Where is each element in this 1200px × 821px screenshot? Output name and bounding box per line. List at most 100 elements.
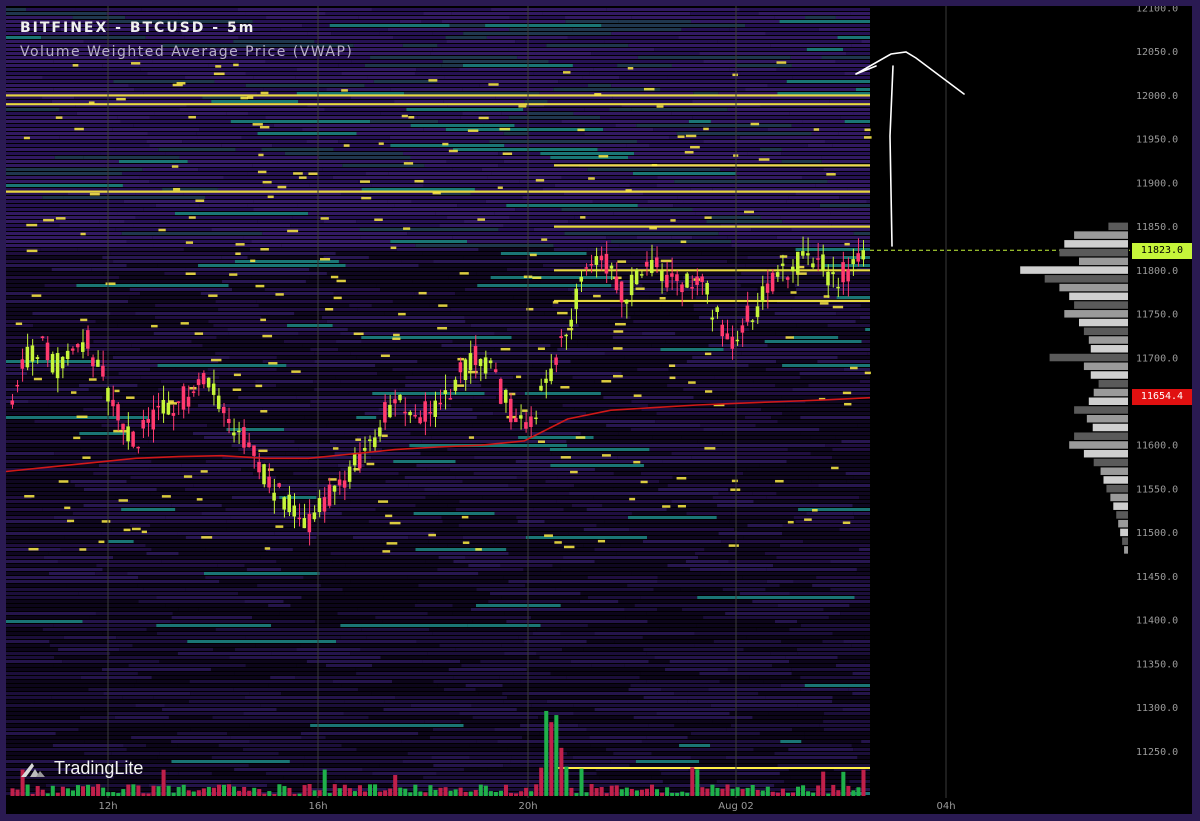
heatmap-cell	[83, 156, 180, 159]
heatmap-cell	[193, 484, 274, 487]
order-blip	[258, 449, 268, 453]
heatmap-cell	[746, 636, 865, 639]
heatmap-cell	[295, 76, 368, 79]
heatmap-cell	[276, 476, 405, 479]
heatmap-cell	[6, 584, 67, 587]
volume-bar	[730, 788, 735, 796]
order-blip	[613, 374, 623, 378]
order-blip	[478, 116, 489, 120]
heatmap-cell	[642, 284, 679, 287]
heatmap-cell	[786, 80, 870, 83]
heatmap-cell	[625, 616, 704, 619]
heatmap-cell	[573, 704, 711, 707]
chart-header: BITFINEX - BTCUSD - 5m Volume Weighted A…	[20, 20, 353, 60]
candle-body	[554, 357, 558, 365]
heatmap-cell	[480, 660, 571, 663]
chart-canvas[interactable]: 12100.012050.012000.011950.011900.011850…	[6, 6, 1192, 814]
order-blip	[188, 115, 196, 119]
heatmap-cell	[106, 504, 172, 507]
heatmap-cell	[653, 588, 681, 591]
heatmap-cell	[130, 500, 260, 503]
heatmap-cell	[6, 636, 64, 639]
candle-body	[584, 267, 589, 269]
heatmap-cell	[364, 64, 442, 67]
heatmap-cell	[6, 504, 84, 507]
order-blip	[844, 402, 852, 406]
heatmap-cell	[611, 32, 766, 35]
candle-body	[297, 517, 302, 520]
heatmap-cell	[108, 540, 134, 543]
heatmap-cell	[452, 236, 607, 239]
heatmap-cell	[850, 12, 870, 15]
heatmap-cell	[309, 184, 372, 187]
heatmap-cell	[238, 396, 297, 399]
volume-bar	[352, 791, 357, 796]
heatmap-cell	[425, 496, 483, 499]
heatmap-cell	[104, 304, 156, 307]
heatmap-cell	[6, 264, 127, 267]
heatmap-cell	[568, 220, 707, 223]
heatmap-cell	[780, 216, 870, 219]
heatmap-cell	[496, 396, 541, 399]
order-blip	[502, 152, 513, 155]
order-blip	[750, 122, 760, 126]
heatmap-cell	[565, 644, 695, 647]
heatmap-cell	[764, 552, 870, 555]
heatmap-cell	[6, 400, 29, 403]
heatmap-cell	[122, 172, 248, 175]
volume-bar	[297, 793, 302, 796]
heatmap-cell	[324, 108, 407, 111]
heatmap-cell	[767, 344, 870, 347]
volume-bar	[40, 789, 45, 796]
heatmap-cell	[563, 508, 587, 511]
heatmap-cell	[54, 156, 84, 159]
heatmap-cell	[600, 116, 693, 119]
heatmap-cell	[6, 76, 43, 79]
heatmap-cell	[396, 248, 479, 251]
heatmap-cell	[550, 156, 629, 159]
candle-body	[342, 480, 347, 488]
order-blip	[432, 191, 441, 195]
heatmap-cell	[753, 380, 860, 383]
order-blip	[24, 495, 35, 498]
candle-body	[15, 384, 20, 387]
heatmap-cell	[6, 428, 105, 431]
heatmap-cell	[326, 272, 477, 275]
candle-body	[106, 388, 110, 402]
heatmap-cell	[811, 132, 839, 135]
candle-body	[216, 395, 221, 409]
heatmap-cell	[63, 780, 167, 783]
heatmap-cell	[453, 148, 598, 151]
volume-profile-bar	[1113, 502, 1128, 510]
heatmap-cell	[547, 100, 693, 103]
order-blip	[704, 216, 712, 219]
heatmap-cell	[795, 248, 861, 251]
heatmap-cell	[6, 108, 60, 111]
volume-bar	[524, 787, 529, 796]
order-blip	[643, 87, 655, 91]
order-blip	[659, 297, 666, 300]
heatmap-cell	[555, 588, 654, 591]
heatmap-cell	[124, 220, 258, 223]
heatmap-cell	[540, 152, 635, 155]
heatmap-cell	[562, 648, 584, 651]
heatmap-cell	[108, 608, 179, 611]
heatmap-cell	[791, 228, 842, 231]
heatmap-cell	[357, 688, 445, 691]
heatmap-cell	[494, 212, 614, 215]
heatmap-cell	[6, 724, 165, 727]
heatmap-cell	[836, 312, 870, 315]
heatmap-cell	[586, 508, 667, 511]
heatmap-cell	[6, 568, 103, 571]
heatmap-cell	[647, 620, 775, 623]
heatmap-cell	[113, 80, 215, 83]
heatmap-cell	[247, 256, 324, 259]
heatmap-cell	[804, 732, 870, 735]
order-blip	[259, 125, 270, 129]
heatmap-cell	[540, 396, 604, 399]
heatmap-cell	[325, 12, 424, 15]
heatmap-cell	[727, 236, 777, 239]
candle-body	[468, 353, 473, 371]
heatmap-cell	[692, 208, 850, 211]
volume-bar	[514, 793, 519, 796]
